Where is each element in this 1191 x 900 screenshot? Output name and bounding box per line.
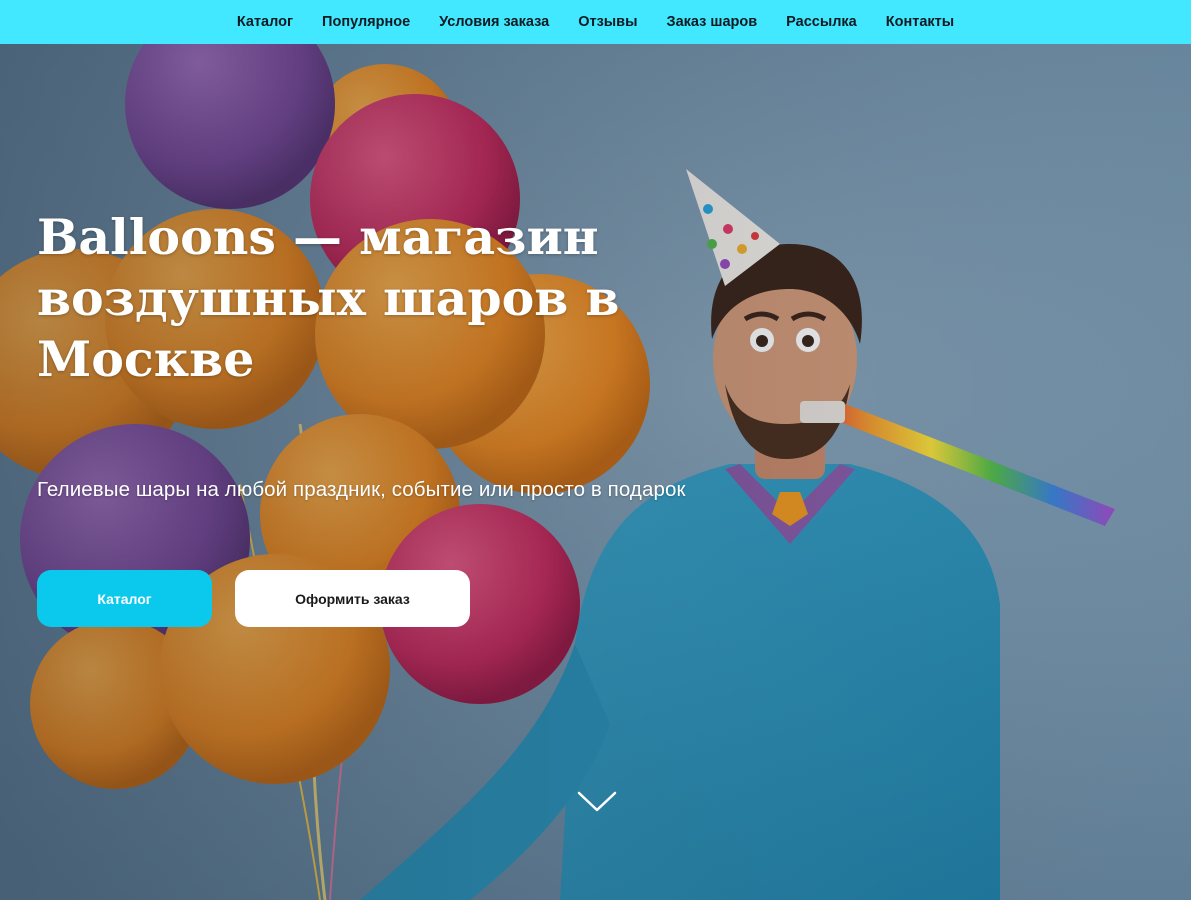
nav-item-catalog[interactable]: Каталог xyxy=(222,14,307,30)
chevron-down-icon[interactable] xyxy=(577,790,617,814)
nav-item-order-conditions[interactable]: Условия заказа xyxy=(425,14,564,30)
nav-item-reviews[interactable]: Отзывы xyxy=(564,14,652,30)
hero-dark-overlay xyxy=(0,44,1191,900)
hero-section xyxy=(0,44,1191,900)
nav-item-newsletter[interactable]: Рассылка xyxy=(772,14,872,30)
nav-menu: Каталог Популярное Условия заказа Отзывы… xyxy=(222,14,968,30)
nav-item-balloon-order[interactable]: Заказ шаров xyxy=(652,14,772,30)
catalog-button[interactable]: Каталог xyxy=(37,570,212,627)
nav-item-popular[interactable]: Популярное xyxy=(308,14,425,30)
place-order-button[interactable]: Оформить заказ xyxy=(235,570,470,627)
nav-item-contacts[interactable]: Контакты xyxy=(871,14,968,30)
hero-subtitle: Гелиевые шары на любой праздник, событие… xyxy=(37,478,686,501)
top-navigation: Каталог Популярное Условия заказа Отзывы… xyxy=(0,0,1191,44)
hero-title: Balloons — магазин воздушных шаров в Мос… xyxy=(37,208,620,388)
